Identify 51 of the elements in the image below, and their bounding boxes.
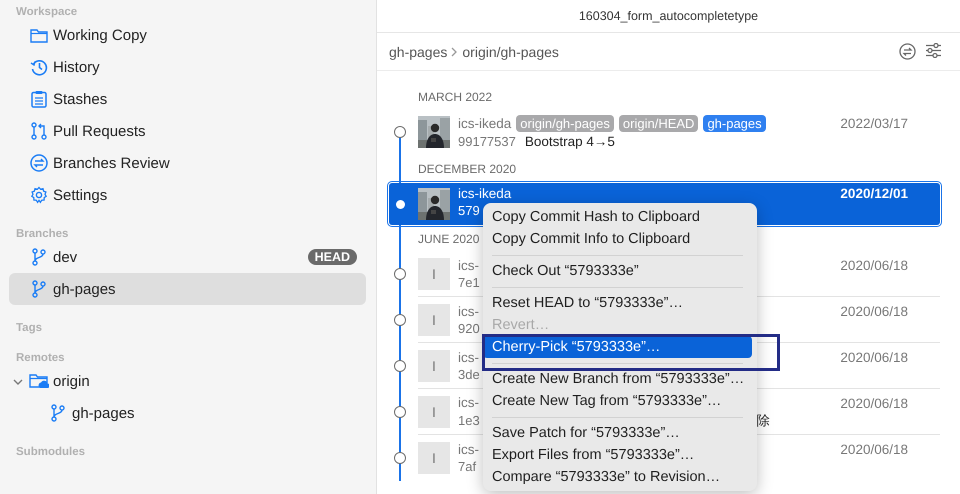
item-label: Working Copy: [53, 26, 147, 44]
author-name: ics-: [458, 394, 479, 410]
avatar: I: [418, 350, 450, 382]
avatar: I: [418, 304, 450, 336]
commit-date: 2020/12/01: [840, 186, 908, 201]
commit-hash: 579: [458, 203, 480, 218]
commit-hash: 99177537: [458, 134, 516, 149]
commit-hash: 7e1: [458, 275, 480, 290]
month-heading: MARCH 2022: [418, 89, 492, 106]
ref-tag: origin/HEAD: [618, 115, 698, 132]
avatar: I: [418, 258, 450, 290]
month-heading: JUNE 2020: [418, 231, 480, 248]
item-label: Pull Requests: [53, 122, 146, 140]
commit-message: Bootstrap 4→5: [524, 134, 615, 149]
avatar: I: [418, 396, 450, 428]
item-label: Stashes: [53, 90, 108, 108]
commit-date: 2020/06/18: [840, 396, 908, 411]
section-heading: Submodules: [16, 445, 86, 459]
ref-tag: origin/gh-pages: [516, 115, 614, 132]
commit-date: 2022/03/17: [840, 116, 908, 131]
commit-hash: 1e3: [458, 413, 480, 428]
item-label: Branches Review: [53, 154, 170, 172]
item-label: gh-pages: [72, 404, 135, 422]
commit-hash: 920: [458, 321, 480, 336]
author-name: ics-ikeda: [458, 186, 512, 201]
avatar: I: [418, 442, 450, 474]
item-label: dev: [53, 248, 78, 266]
month-heading: DECEMBER 2020: [418, 161, 516, 178]
author-name: ics-: [458, 350, 479, 365]
commit-message: 除: [756, 412, 771, 430]
item-label: Settings: [53, 186, 108, 204]
item-label: History: [53, 58, 100, 76]
window-title: 160304_form_autocompletetype: [578, 9, 758, 23]
author-name: ics-: [458, 258, 479, 273]
commit-date: 2020/06/18: [840, 350, 908, 365]
item-label: gh-pages: [53, 280, 116, 298]
item-label: origin: [53, 372, 90, 390]
commit-hash: 7af: [458, 459, 476, 474]
commit-date: 2020/06/18: [840, 442, 908, 457]
commit-hash: 3de: [458, 367, 480, 382]
author-name: ics-: [458, 304, 479, 319]
author-name: ics-: [458, 442, 479, 457]
section-heading: Branches: [16, 227, 70, 241]
section-heading: Tags: [16, 321, 43, 335]
commit-date: 2020/06/18: [840, 304, 908, 319]
ref-tag: gh-pages: [703, 115, 766, 132]
author-name: ics-ikeda: [458, 116, 512, 131]
section-heading: Remotes: [16, 351, 66, 365]
commit-date: 2020/06/18: [840, 258, 908, 273]
head-badge: HEAD: [308, 249, 357, 265]
section-heading: Workspace: [16, 5, 78, 19]
